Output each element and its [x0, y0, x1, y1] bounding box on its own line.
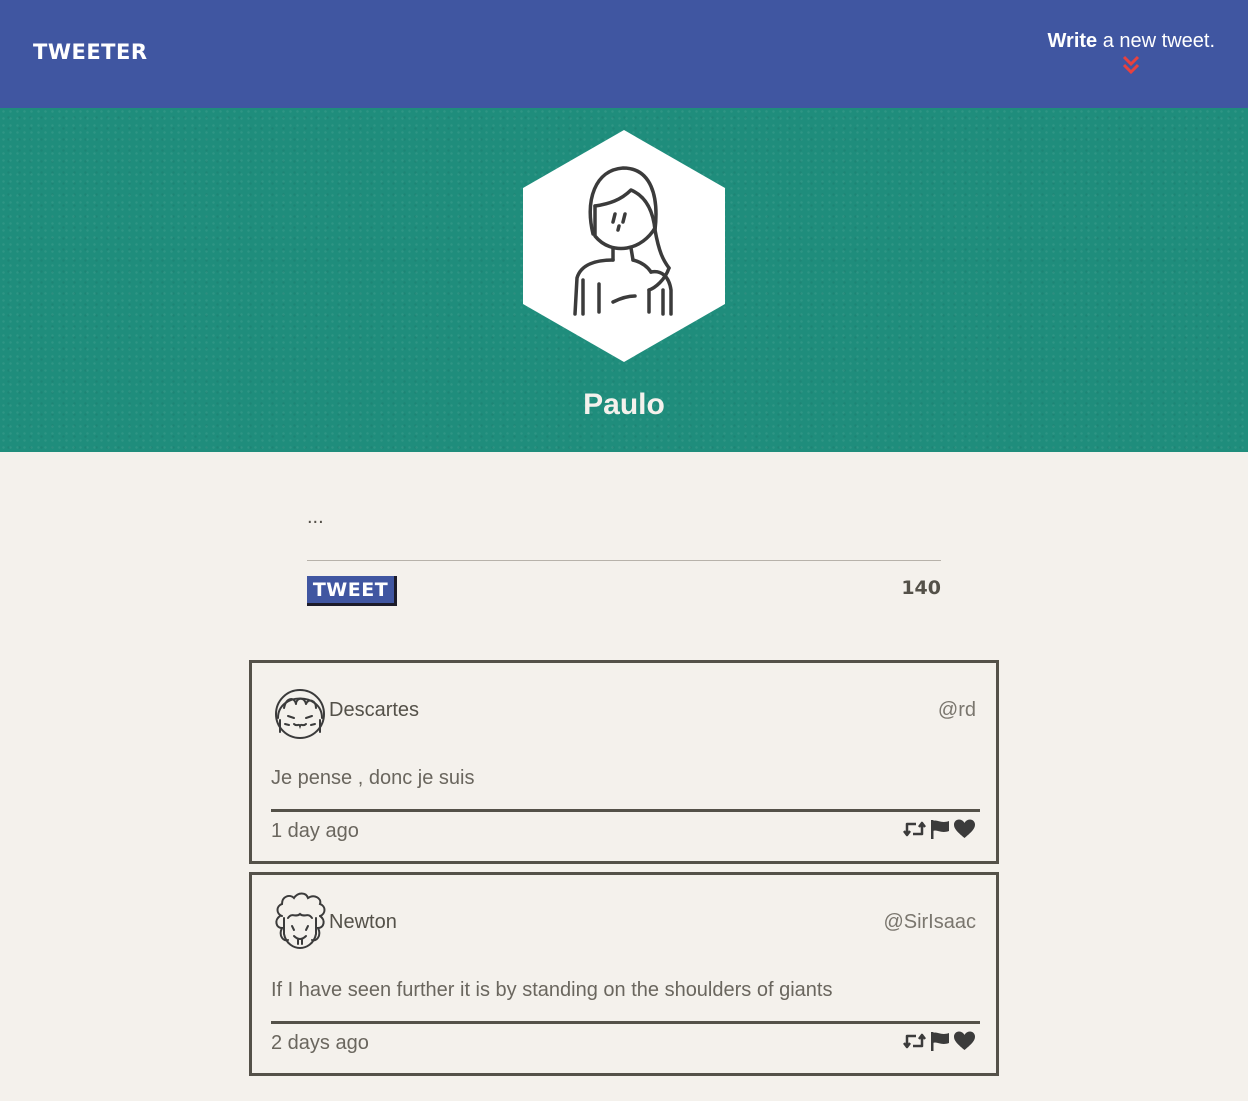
tweet-author-handle: @rd [937, 699, 976, 721]
tweet-actions [903, 1030, 976, 1052]
tweet-author-name: Descartes [329, 699, 420, 721]
profile-header: Paulo [0, 108, 1248, 452]
heart-icon[interactable] [953, 818, 976, 840]
heart-icon[interactable] [953, 1030, 976, 1052]
retweet-icon[interactable] [903, 1030, 926, 1052]
retweet-icon[interactable] [903, 818, 926, 840]
write-tweet-label[interactable]: Write a new tweet. [1048, 30, 1215, 53]
tweet-actions [903, 818, 976, 840]
tweet-author-handle: @SirIsaac [883, 911, 976, 933]
character-counter: 140 [901, 577, 941, 599]
write-tweet-bold: Write [1047, 30, 1098, 52]
tweet-button[interactable]: TWEET [307, 576, 397, 606]
tweet-input[interactable]: ... [307, 500, 941, 561]
flag-icon[interactable] [928, 1030, 951, 1052]
girl-avatar-icon [275, 689, 325, 739]
tweet-divider [271, 1021, 980, 1024]
tweet-card: Newton @SirIsaac If I have seen further … [249, 872, 999, 1076]
tweet-timestamp: 1 day ago [271, 820, 359, 842]
double-chevron-down-icon[interactable] [1122, 55, 1140, 75]
tweet-content: Je pense , donc je suis [271, 767, 475, 789]
tweet-card: Descartes @rd Je pense , donc je suis 1 … [249, 660, 999, 864]
tweet-divider [271, 809, 980, 812]
top-nav: TWEETER Write a new tweet. [0, 0, 1248, 108]
curly-hair-avatar-icon [275, 892, 326, 950]
write-tweet-toggle[interactable]: Write a new tweet. [1048, 30, 1215, 75]
app-logo[interactable]: TWEETER [33, 40, 148, 64]
user-avatar-icon [523, 130, 725, 362]
tweet-content: If I have seen further it is by standing… [271, 979, 833, 1001]
new-tweet-form: ... TWEET 140 [307, 500, 941, 606]
profile-name: Paulo [583, 388, 665, 421]
flag-icon[interactable] [928, 818, 951, 840]
tweet-author-name: Newton [329, 911, 397, 933]
write-tweet-rest: a new tweet. [1097, 30, 1215, 52]
tweet-timestamp: 2 days ago [271, 1032, 369, 1054]
